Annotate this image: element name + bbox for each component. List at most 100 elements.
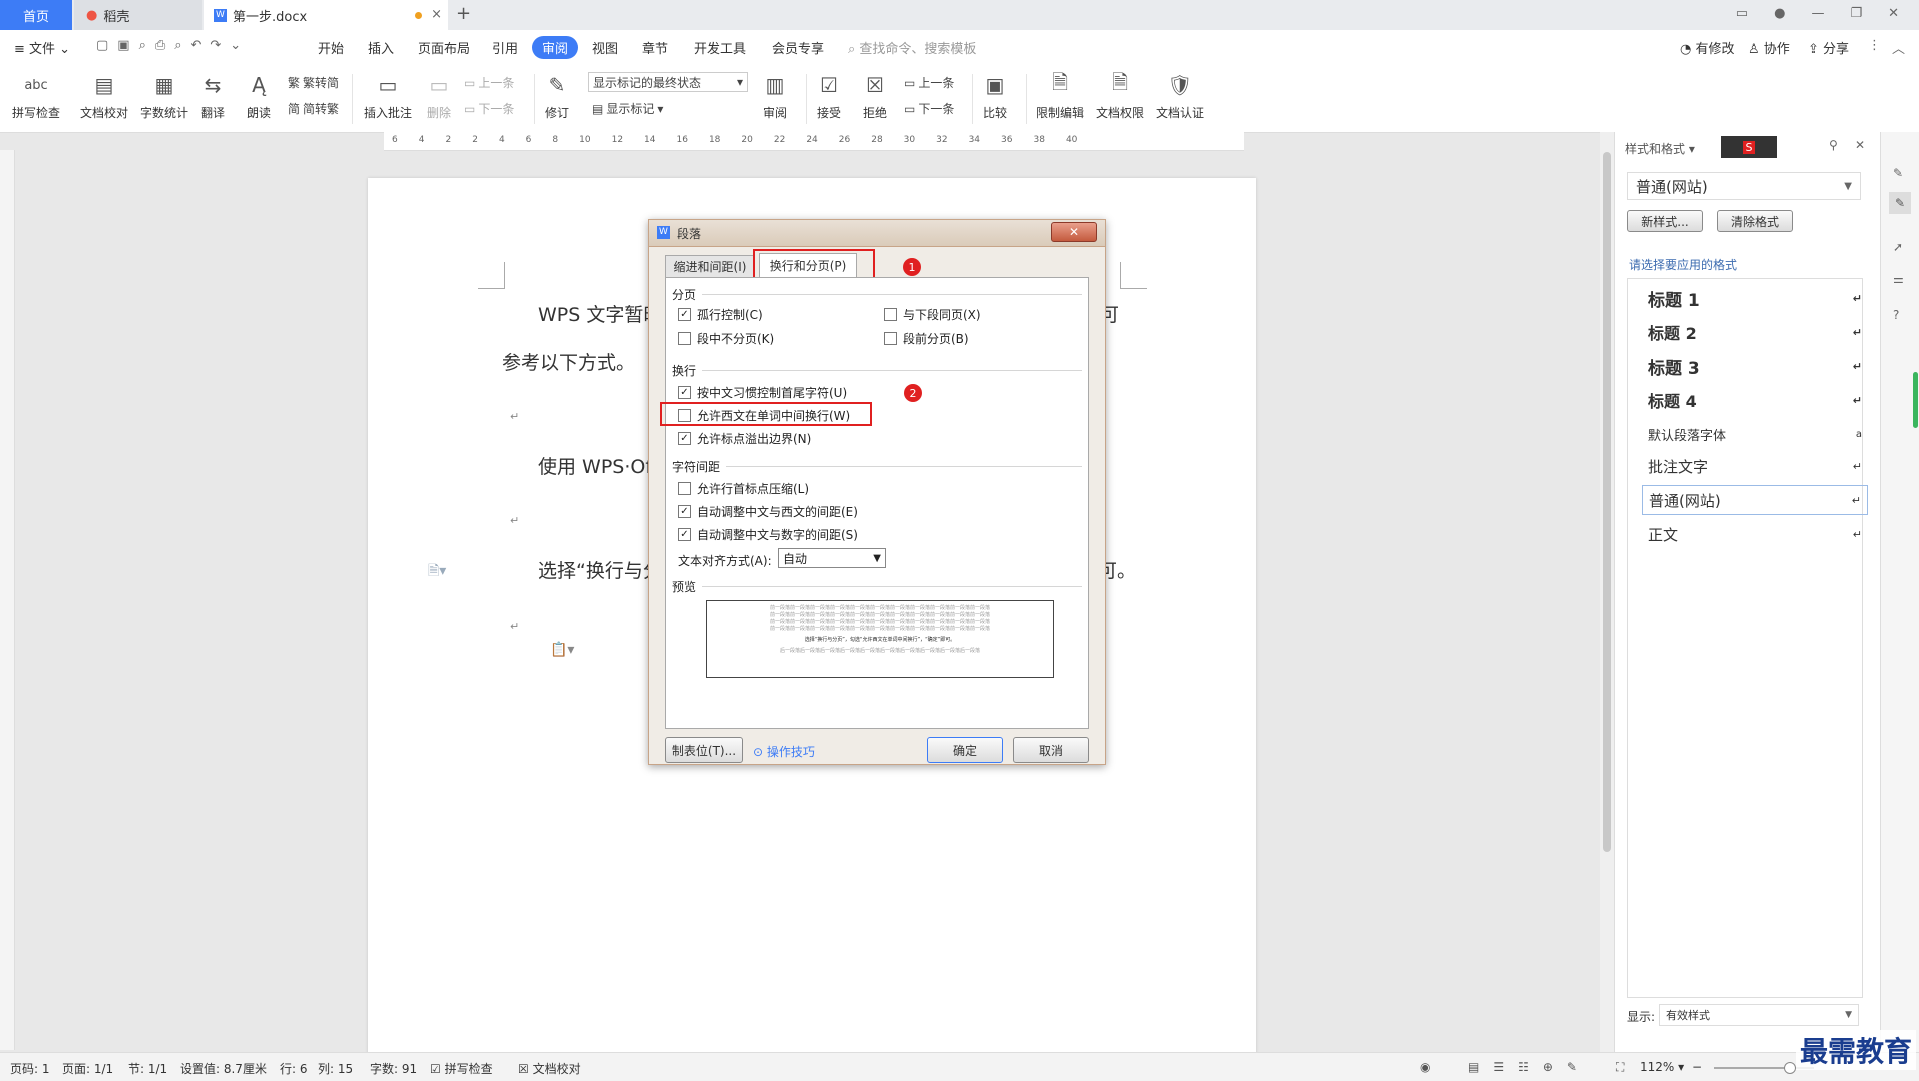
cjk-line-break-rules-checkbox[interactable]: ✓ 按中文习惯控制首尾字符(U) xyxy=(678,384,847,401)
help-icon[interactable]: ? xyxy=(1893,308,1899,322)
document-permission-button[interactable]: 🗎 文档权限 xyxy=(1096,70,1144,121)
markup-state-select[interactable]: 显示标记的最终状态 ▾ xyxy=(588,72,748,92)
prev-change-button[interactable]: ▭ 上一条 xyxy=(904,74,954,91)
layout-icon[interactable]: ▭ xyxy=(1736,6,1748,21)
styles-panel-title[interactable]: 样式和格式 ▾ xyxy=(1625,140,1695,157)
collaborate-button[interactable]: ♙ 协作 xyxy=(1748,38,1790,57)
ok-button[interactable]: 确定 xyxy=(927,737,1003,763)
tab-indent-spacing[interactable]: 缩进和间距(I) xyxy=(665,255,755,277)
restore-icon[interactable]: ❐ xyxy=(1850,6,1862,21)
menu-member[interactable]: 会员专享 xyxy=(772,38,824,57)
more-icon[interactable]: ⋮ xyxy=(1868,38,1881,53)
style-heading-2[interactable]: 标题 2 ↵ xyxy=(1642,317,1868,347)
compress-punctuation-checkbox[interactable]: 允许行首标点压缩(L) xyxy=(678,480,809,497)
delete-comment-button[interactable]: ▭ 删除 xyxy=(424,70,454,121)
dialog-title-bar[interactable]: W 段落 ✕ xyxy=(649,220,1105,247)
menu-references[interactable]: 引用 xyxy=(492,38,518,57)
word-count-button[interactable]: ▦ 字数统计 xyxy=(140,70,188,121)
auto-space-cjk-number-checkbox[interactable]: ✓ 自动调整中文与数字的间距(S) xyxy=(678,526,858,543)
spell-check-button[interactable]: abc 拼写检查 xyxy=(12,70,60,121)
vertical-ruler[interactable] xyxy=(0,150,15,1050)
clear-format-button[interactable]: 清除格式 xyxy=(1717,210,1793,232)
status-proofread[interactable]: ☒ 文档校对 xyxy=(518,1060,581,1077)
status-spell-check[interactable]: ☑ 拼写检查 xyxy=(430,1060,493,1077)
paste-options-icon[interactable]: 📋▾ xyxy=(550,642,574,658)
menu-start[interactable]: 开始 xyxy=(318,38,344,57)
current-style-select[interactable]: 普通(网站) ▼ xyxy=(1627,172,1861,200)
track-changes-button[interactable]: ✎ 修订 xyxy=(542,70,572,121)
minimize-icon[interactable]: — xyxy=(1811,6,1824,21)
next-change-button[interactable]: ▭ 下一条 xyxy=(904,100,954,117)
style-heading-4[interactable]: 标题 4 ↵ xyxy=(1642,385,1868,415)
quick-access-toolbar[interactable]: ▢▣⌕⎙⌕↶↷⌄ xyxy=(96,38,250,53)
dialog-close-button[interactable]: ✕ xyxy=(1051,222,1097,242)
show-markup-button[interactable]: ▤ 显示标记 ▾ xyxy=(592,100,663,117)
edit-icon[interactable]: ✎ xyxy=(1889,192,1911,214)
widow-control-checkbox[interactable]: ✓ 孤行控制(C) xyxy=(678,306,763,323)
has-changes-button[interactable]: ◔ 有修改 xyxy=(1680,38,1735,57)
style-heading-1[interactable]: 标题 1 ↵ xyxy=(1642,283,1868,313)
restrict-editing-button[interactable]: 🗎 限制编辑 xyxy=(1036,70,1084,121)
auto-space-cjk-latin-checkbox[interactable]: ✓ 自动调整中文与西文的间距(E) xyxy=(678,503,858,520)
horizontal-ruler[interactable]: 6 4 2 2 4 6 8 10 12 14 16 18 20 22 24 26 28 30 32 34 36 38 40 xyxy=(384,132,1244,151)
view-mode-icons[interactable]: ▤☰☷⊕✎ xyxy=(1468,1060,1591,1074)
tab-daoke[interactable]: ● 稻壳 xyxy=(74,0,202,30)
collapse-ribbon-icon[interactable]: ︿ xyxy=(1892,38,1905,57)
translate-button[interactable]: ⇆ 翻译 xyxy=(198,70,228,121)
avatar[interactable]: ● xyxy=(1774,6,1785,21)
style-body-text[interactable]: 正文 ↵ xyxy=(1642,519,1868,549)
next-comment-button[interactable]: ▭ 下一条 xyxy=(464,100,514,117)
scroll-thumb[interactable] xyxy=(1603,152,1611,852)
command-search[interactable]: ⌕ 查找命令、搜索模板 xyxy=(848,38,976,57)
show-filter-select[interactable]: 有效样式 ▼ xyxy=(1659,1004,1859,1026)
panel-scroll-indicator[interactable] xyxy=(1913,372,1918,428)
menu-view[interactable]: 视图 xyxy=(592,38,618,57)
page-break-before-checkbox[interactable]: 段前分页(B) xyxy=(884,330,969,347)
prev-comment-button[interactable]: ▭ 上一条 xyxy=(464,74,514,91)
pin-icon[interactable]: ⚲ xyxy=(1829,138,1838,152)
tab-document[interactable]: W 第一步.docx × xyxy=(204,0,448,30)
close-tab-icon[interactable]: × xyxy=(431,7,442,22)
new-tab-button[interactable]: + xyxy=(456,3,471,24)
menu-page-layout[interactable]: 页面布局 xyxy=(418,38,470,57)
zoom-slider-thumb[interactable] xyxy=(1784,1062,1796,1074)
settings-slider-icon[interactable]: ⚌ xyxy=(1893,272,1904,286)
document-certify-button[interactable]: 🛡 文档认证 xyxy=(1156,70,1204,121)
read-aloud-button[interactable]: Ą 朗读 xyxy=(244,70,274,121)
punctuation-overflow-checkbox[interactable]: ✓ 允许标点溢出边界(N) xyxy=(678,430,811,447)
keep-lines-together-checkbox[interactable]: 段中不分页(K) xyxy=(678,330,774,347)
close-window-icon[interactable]: ✕ xyxy=(1888,6,1899,21)
proofread-button[interactable]: ▤ 文档校对 xyxy=(80,70,128,121)
accept-button[interactable]: ☑ 接受 xyxy=(814,70,844,121)
tips-link[interactable]: ⊙ 操作技巧 xyxy=(753,743,815,760)
style-heading-3[interactable]: 标题 3 ↵ xyxy=(1642,351,1868,381)
tab-home[interactable]: 首页 xyxy=(0,0,72,30)
style-normal-web[interactable]: 普通(网站) ↵ xyxy=(1642,485,1868,515)
close-panel-icon[interactable]: ✕ xyxy=(1855,138,1865,152)
share-button[interactable]: ⇪ 分享 xyxy=(1808,38,1849,57)
zoom-out-icon[interactable]: − xyxy=(1692,1060,1702,1074)
trad-to-simp-button[interactable]: 繁繁转简 xyxy=(288,74,339,91)
menu-chapter[interactable]: 章节 xyxy=(642,38,668,57)
style-default-font[interactable]: 默认段落字体 a xyxy=(1642,419,1868,449)
keep-with-next-checkbox[interactable]: 与下段同页(X) xyxy=(884,306,981,323)
cancel-button[interactable]: 取消 xyxy=(1013,737,1089,763)
file-menu[interactable]: ≡ 文件 ⌄ xyxy=(14,38,70,57)
menu-developer[interactable]: 开发工具 xyxy=(694,38,746,57)
simp-to-trad-button[interactable]: 简简转繁 xyxy=(288,100,339,117)
compare-button[interactable]: ▣ 比较 xyxy=(980,70,1010,121)
style-brush-icon[interactable]: ✎ xyxy=(1893,166,1903,180)
select-cursor-icon[interactable]: ➚ xyxy=(1893,240,1903,254)
insert-comment-button[interactable]: ▭ 插入批注 xyxy=(364,70,412,121)
new-style-button[interactable]: 新样式... xyxy=(1627,210,1703,232)
review-pane-button[interactable]: ▥ 审阅 xyxy=(760,70,790,121)
eye-protect-icon[interactable]: ◉ xyxy=(1420,1060,1430,1074)
zoom-level[interactable]: 112% ▾ xyxy=(1640,1060,1684,1074)
menu-insert[interactable]: 插入 xyxy=(368,38,394,57)
fit-page-icon[interactable]: ⛶ xyxy=(1616,1060,1624,1075)
tabs-button[interactable]: 制表位(T)... xyxy=(665,737,743,763)
text-alignment-select[interactable]: 自动 ▼ xyxy=(778,548,886,568)
menu-review[interactable]: 审阅 xyxy=(532,36,579,59)
paragraph-format-icon[interactable]: 🗎▾ xyxy=(428,560,446,584)
document-scrollbar[interactable] xyxy=(1600,132,1614,1052)
